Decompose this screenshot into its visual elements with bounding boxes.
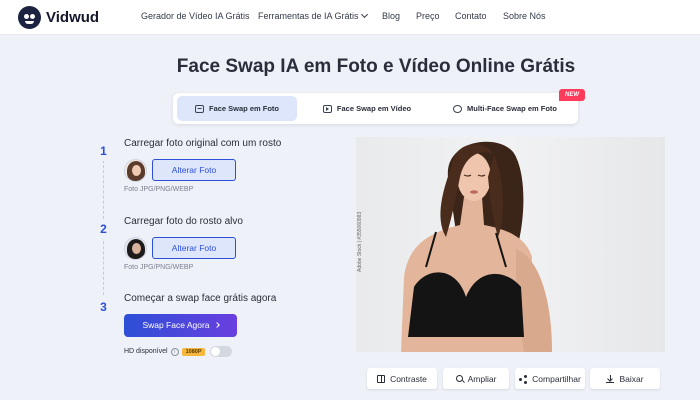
page-title: Face Swap IA em Foto e Vídeo Online Grát… [176, 56, 576, 77]
step-number: 3 [94, 298, 113, 317]
tab-multi-face-swap-photo[interactable]: Multi-Face Swap em Foto [437, 96, 573, 121]
nav-item-ai-tools[interactable]: Ferramentas de IA Grátis [258, 10, 368, 21]
tab-label: Multi-Face Swap em Foto [466, 104, 557, 113]
step-number: 1 [94, 142, 113, 161]
nav-item-about[interactable]: Sobre Nós [503, 11, 546, 21]
hd-option: HD disponível i 1080P [124, 346, 233, 357]
hd-badge: 1080P [181, 347, 206, 356]
hd-toggle[interactable] [210, 346, 233, 357]
info-icon[interactable]: i [170, 347, 179, 356]
original-photo-thumbnail [124, 159, 147, 182]
action-label: Contraste [390, 373, 427, 384]
nav-item-pricing[interactable]: Preço [416, 11, 440, 21]
action-label: Ampliar [467, 373, 497, 384]
video-icon [322, 104, 332, 113]
mode-tabs: Face Swap em Foto Face Swap em Vídeo Mul… [173, 93, 578, 124]
target-face-thumbnail [124, 237, 147, 260]
nav-links: Gerador de Vídeo IA Grátis Ferramentas d… [0, 10, 700, 25]
nav-item-blog[interactable]: Blog [382, 11, 400, 21]
format-note: Foto JPG/PNG/WEBP [124, 186, 194, 193]
change-original-photo-button[interactable]: Alterar Foto [152, 159, 236, 181]
share-icon [519, 375, 527, 383]
download-icon [606, 374, 615, 383]
multi-face-icon [452, 104, 462, 113]
zoom-icon [455, 375, 463, 382]
format-note: Foto JPG/PNG/WEBP [124, 264, 194, 271]
chevron-down-icon [360, 10, 368, 19]
tab-label: Face Swap em Vídeo [336, 104, 412, 113]
tab-label: Face Swap em Foto [208, 104, 280, 113]
compare-icon [377, 374, 386, 383]
nav-item-contact[interactable]: Contato [455, 11, 487, 21]
change-target-face-button[interactable]: Alterar Foto [152, 237, 236, 259]
tab-face-swap-video[interactable]: Face Swap em Vídeo [309, 96, 425, 121]
nav-item-ai-tools-label: Ferramentas de IA Grátis [258, 11, 359, 21]
action-label: Baixar [619, 373, 644, 384]
action-label: Compartilhar [532, 373, 581, 384]
step-title: Carregar foto original com um rosto [124, 138, 282, 149]
top-navbar: Vidwud Gerador de Vídeo IA Grátis Ferram… [0, 0, 700, 35]
step-title: Começar a swap face grátis agora [124, 293, 277, 304]
swap-button-label: Swap Face Agora [142, 320, 210, 330]
step-title: Carregar foto do rosto alvo [124, 216, 243, 227]
step-number: 2 [94, 220, 113, 239]
result-preview-image [356, 137, 665, 352]
hd-label: HD disponível [124, 348, 168, 355]
new-badge: NEW [559, 89, 585, 101]
share-button[interactable]: Compartilhar [515, 368, 585, 389]
download-button[interactable]: Baixar [590, 368, 660, 389]
chevron-right-icon [213, 322, 220, 328]
tab-face-swap-photo[interactable]: Face Swap em Foto [177, 96, 297, 121]
photo-icon [194, 104, 204, 113]
zoom-button[interactable]: Ampliar [443, 368, 509, 389]
preview-watermark: Adobe Stock | #355060983 [357, 211, 363, 272]
nav-item-video-generator[interactable]: Gerador de Vídeo IA Grátis [141, 11, 250, 21]
swap-face-now-button[interactable]: Swap Face Agora [124, 314, 237, 337]
compare-button[interactable]: Contraste [367, 368, 437, 389]
